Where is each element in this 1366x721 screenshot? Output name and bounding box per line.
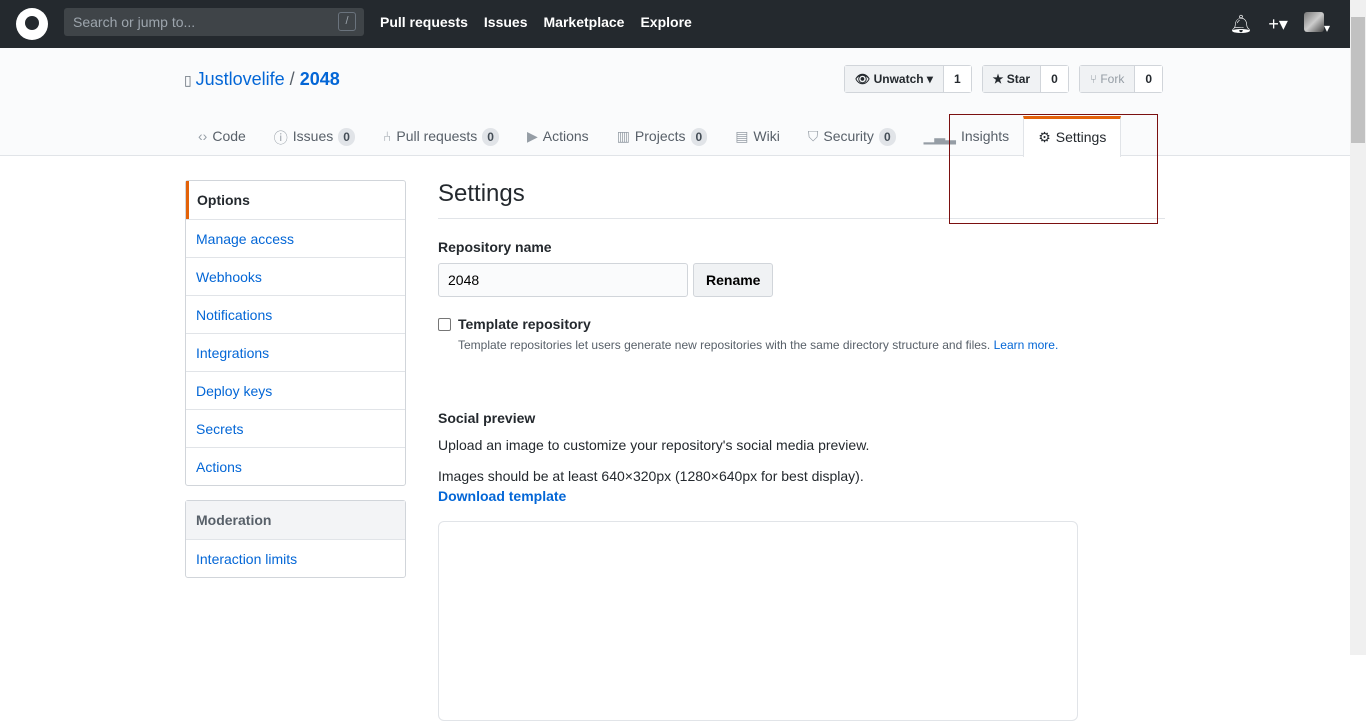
- tab-count: 0: [338, 128, 355, 146]
- repo-name-input[interactable]: [438, 263, 688, 297]
- sidebar-item-notifications[interactable]: Notifications: [186, 295, 405, 333]
- graph-icon: ▁▃▂: [923, 128, 956, 144]
- social-preview-title: Social preview: [438, 410, 536, 426]
- plus-icon[interactable]: +▾: [1268, 14, 1288, 35]
- pr-icon: ⑃: [382, 128, 392, 144]
- bell-icon[interactable]: 🔔︎: [1230, 14, 1253, 35]
- search-input[interactable]: Search or jump to... /: [64, 8, 364, 36]
- top-nav: Search or jump to... / Pull requests Issu…: [0, 0, 1350, 48]
- fork-button[interactable]: ⑂ Fork: [1079, 66, 1136, 92]
- fork-count[interactable]: 0: [1135, 66, 1162, 92]
- tab-security[interactable]: ⛉ Security 0: [794, 116, 910, 156]
- sidebar-item-secrets[interactable]: Secrets: [186, 409, 405, 447]
- template-note: Template repositories let users generate…: [458, 338, 991, 352]
- tab-label: Projects: [634, 128, 686, 144]
- moderation-header: Moderation: [186, 501, 405, 539]
- gear-icon: ⚙: [1038, 129, 1051, 145]
- slash-shortcut: /: [338, 12, 356, 31]
- code-icon: ‹›: [198, 128, 208, 144]
- nav-pull-requests[interactable]: Pull requests: [380, 14, 468, 30]
- tab-actions[interactable]: ▶ Actions: [513, 116, 603, 156]
- sidebar-item-actions[interactable]: Actions: [186, 447, 405, 485]
- settings-sidebar: Options Manage access Webhooks Notification…: [185, 180, 406, 486]
- watch-count[interactable]: 1: [943, 66, 971, 92]
- repo-name-link[interactable]: 2048: [300, 69, 340, 89]
- sidebar-item-interaction-limits[interactable]: Interaction limits: [186, 539, 405, 577]
- social-size: Images should be at least 640×320px (128…: [438, 468, 864, 484]
- page-title: Settings: [438, 180, 1165, 219]
- tab-label: Security: [823, 128, 874, 144]
- template-label: Template repository: [458, 316, 591, 332]
- social-desc: Upload an image to customize your reposi…: [438, 437, 870, 453]
- tab-wiki[interactable]: ▤ Wiki: [721, 116, 794, 156]
- sidebar-item-webhooks[interactable]: Webhooks: [186, 257, 405, 295]
- scrollbar-thumb[interactable]: [1351, 17, 1365, 143]
- book-icon: ▤: [735, 128, 749, 144]
- shield-icon: ⛉: [807, 128, 819, 144]
- tab-projects[interactable]: ▥ Projects 0: [603, 116, 722, 156]
- tab-label: Code: [212, 128, 246, 144]
- play-icon: ▶: [526, 128, 538, 144]
- tab-label: Wiki: [753, 128, 780, 144]
- learn-more-link[interactable]: Learn more.: [994, 338, 1059, 352]
- nav-explore[interactable]: Explore: [640, 14, 691, 30]
- sidebar-item-manage-access[interactable]: Manage access: [186, 219, 405, 257]
- repo-icon: ▯: [184, 72, 196, 88]
- star-button[interactable]: ★ Star: [982, 66, 1042, 92]
- nav-marketplace[interactable]: Marketplace: [544, 14, 625, 30]
- tab-issues[interactable]: ⓘ Issues 0: [260, 116, 369, 156]
- repo-name-label: Repository name: [438, 239, 552, 255]
- nav-issues[interactable]: Issues: [484, 14, 528, 30]
- repo-sep: /: [289, 69, 295, 89]
- tab-label: Actions: [542, 128, 589, 144]
- star-count[interactable]: 0: [1041, 66, 1068, 92]
- github-logo-icon[interactable]: [16, 8, 48, 40]
- tab-code[interactable]: ‹› Code: [184, 116, 260, 156]
- tab-count: 0: [878, 128, 896, 146]
- rename-button[interactable]: Rename: [693, 263, 774, 297]
- download-template-link[interactable]: Download template: [438, 488, 1165, 504]
- tab-label: Pull requests: [396, 128, 478, 144]
- sidebar-item-deploy-keys[interactable]: Deploy keys: [186, 371, 405, 409]
- settings-main: Settings Repository name Rename Template…: [438, 180, 1165, 721]
- tab-label: Issues: [292, 128, 334, 144]
- repo-header: ▯ Justlovelife / 2048 👁︎ Unwatch ▾ 1 ★ St…: [0, 48, 1350, 157]
- social-preview-dropzone[interactable]: [438, 521, 1078, 721]
- tab-settings[interactable]: ⚙ Settings: [1023, 116, 1122, 157]
- tab-pull-requests[interactable]: ⑃ Pull requests 0: [369, 116, 513, 156]
- sidebar-item-options[interactable]: Options: [186, 181, 405, 219]
- sidebar-item-integrations[interactable]: Integrations: [186, 333, 405, 371]
- issue-icon: ⓘ: [273, 130, 288, 146]
- moderation-sidebar: Moderation Interaction limits: [185, 500, 406, 578]
- avatar[interactable]: ▾: [1303, 12, 1330, 37]
- project-icon: ▥: [616, 128, 630, 144]
- template-checkbox[interactable]: [438, 318, 451, 331]
- tab-label: Settings: [1055, 129, 1107, 145]
- tab-count: 0: [482, 128, 499, 146]
- repo-owner-link[interactable]: Justlovelife: [196, 69, 285, 89]
- tab-insights[interactable]: ▁▃▂ Insights: [910, 116, 1024, 156]
- unwatch-button[interactable]: 👁︎ Unwatch ▾: [845, 66, 944, 92]
- tab-count: 0: [690, 128, 708, 146]
- tab-label: Insights: [960, 128, 1010, 144]
